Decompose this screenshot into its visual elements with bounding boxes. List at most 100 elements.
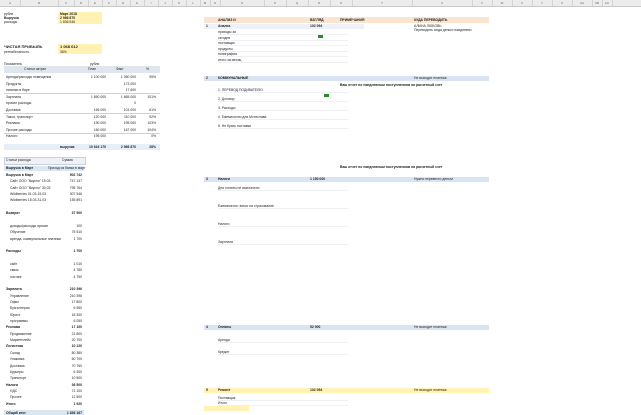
pivot-row-value[interactable]: 155 891: [52, 198, 82, 202]
section-value[interactable]: 102 094: [310, 24, 322, 28]
column-header-cell[interactable]: P: [264, 0, 287, 6]
column-header-cell[interactable]: B: [20, 0, 59, 6]
column-header-cell[interactable]: T: [352, 0, 413, 6]
total-value[interactable]: 2 966 870: [108, 145, 136, 149]
column-header-cell[interactable]: O: [220, 0, 265, 6]
table-cell-fact[interactable]: 17 600: [108, 88, 136, 92]
pivot-row-value[interactable]: 307 546: [52, 192, 82, 196]
section-value[interactable]: 102 094: [310, 388, 322, 392]
section-note: Нужно перевести деньги: [414, 177, 454, 181]
pivot-row-value[interactable]: 1 700: [52, 237, 83, 241]
table-header: Факт: [116, 67, 124, 71]
profit-value[interactable]: 1 068 612: [60, 45, 78, 49]
column-header-cell[interactable]: C: [58, 0, 75, 6]
column-header-cell[interactable]: E: [88, 0, 103, 6]
table-cell-fact[interactable]: 101 000: [108, 108, 136, 112]
pivot-row-value[interactable]: 72 100: [52, 389, 82, 393]
column-header-cell[interactable]: U: [412, 0, 473, 6]
column-header-cell[interactable]: R: [308, 0, 331, 6]
table-cell-fact[interactable]: 1 665 000: [108, 95, 136, 99]
column-header-cell[interactable]: K: [172, 0, 187, 6]
column-header-cell[interactable]: D: [74, 0, 89, 6]
column-header-cell[interactable]: Y: [532, 0, 553, 6]
column-header-cell[interactable]: W: [492, 0, 513, 6]
margin-value[interactable]: 36%: [60, 50, 67, 54]
pivot-row-value[interactable]: 80 380: [52, 351, 82, 355]
column-header-cell[interactable]: V: [472, 0, 493, 6]
pivot-row-value[interactable]: 210 396: [52, 287, 82, 291]
pivot-row-value[interactable]: 4 780: [52, 268, 83, 272]
pivot-row-value[interactable]: 6 050: [52, 319, 83, 323]
pivot-row-value[interactable]: 21 800: [52, 332, 82, 336]
pivot-row-value[interactable]: 17 100: [52, 325, 82, 329]
total-pct[interactable]: 28%: [140, 145, 156, 149]
column-header-cell[interactable]: AA: [572, 0, 593, 6]
section-value[interactable]: 1 150 000: [310, 177, 325, 181]
pivot-row-value[interactable]: 902 742: [52, 173, 82, 177]
table-cell-pct[interactable]: 104%: [140, 128, 156, 132]
column-header-cell[interactable]: F: [102, 0, 117, 6]
pivot-row-value[interactable]: 10 120: [52, 344, 82, 348]
column-header-cell[interactable]: H: [130, 0, 145, 6]
section-note: Не выходит платежа: [414, 388, 447, 392]
pivot-row-value[interactable]: 100: [52, 224, 82, 228]
table-cell-pct[interactable]: 103%: [140, 121, 156, 125]
pivot-row-value[interactable]: 60 700: [52, 357, 82, 361]
table-cell-pct[interactable]: 95%: [140, 75, 156, 79]
pivot-row-value[interactable]: 1 010: [52, 262, 83, 266]
pivot-row-value[interactable]: 75 510: [52, 230, 82, 234]
table-cell-pct[interactable]: 101%: [140, 95, 156, 99]
column-header-cell[interactable]: I: [144, 0, 159, 6]
row-value[interactable]: 1 836 546: [60, 20, 75, 24]
pivot-row-value[interactable]: 210 396: [52, 294, 82, 298]
pivot-row-value[interactable]: 6 550: [52, 306, 83, 310]
table-cell-plan[interactable]: 190 000: [78, 121, 106, 125]
pivot-row-value[interactable]: 37 500: [52, 211, 82, 215]
pivot-row-value[interactable]: 1 920: [52, 402, 83, 406]
table-cell-plan[interactable]: 160 000: [78, 128, 106, 132]
pivot-row-value[interactable]: 795 764: [52, 186, 82, 190]
pivot-row-value[interactable]: 17 800: [52, 300, 82, 304]
column-header-cell[interactable]: J: [158, 0, 173, 6]
pivot-row-label: Юрист: [10, 312, 21, 317]
table-cell-fact[interactable]: 110 000: [108, 115, 136, 119]
table-cell-plan[interactable]: 165 000: [78, 108, 106, 112]
line-divider: [218, 110, 348, 111]
table-cell-pct[interactable]: 0%: [140, 134, 156, 138]
table-cell-fact[interactable]: 173 000: [108, 82, 136, 86]
table-cell-plan[interactable]: 120 000: [78, 115, 106, 119]
column-header-cell[interactable]: Z: [552, 0, 573, 6]
pivot-row-value[interactable]: 20 700: [52, 338, 82, 342]
column-header-cell[interactable]: G: [116, 0, 131, 6]
pivot-row-value[interactable]: 36 500: [52, 383, 82, 387]
bottom-highlight: [204, 406, 249, 411]
pivot-row-value[interactable]: 12 500: [52, 395, 82, 399]
table-cell-fact[interactable]: 195 000: [108, 121, 136, 125]
table-cell-pct[interactable]: 92%: [140, 115, 156, 119]
column-header-cell[interactable]: AC: [602, 0, 613, 6]
pivot-row-value[interactable]: 10 500: [52, 376, 82, 380]
column-header-cell[interactable]: Q: [286, 0, 309, 6]
total-value[interactable]: 10 616 170: [78, 145, 106, 149]
table-cell-fact[interactable]: 167 000: [108, 128, 136, 132]
section-value[interactable]: 52 000: [310, 325, 320, 329]
column-header-cell[interactable]: X: [512, 0, 533, 6]
column-header-cell[interactable]: L: [186, 0, 201, 6]
pivot-row-value[interactable]: 1 700: [52, 249, 83, 253]
column-header-cell[interactable]: S: [330, 0, 353, 6]
pivot-row-value[interactable]: 4 790: [52, 275, 83, 279]
pivot-row-value[interactable]: 18 300: [52, 313, 82, 317]
table-cell-plan[interactable]: 195 000: [78, 134, 106, 138]
column-header-cell[interactable]: A: [0, 0, 21, 6]
line-divider: [218, 45, 348, 46]
table-cell-fact[interactable]: 0: [108, 101, 136, 105]
table-cell-plan[interactable]: 1 100 000: [78, 75, 106, 79]
table-cell-plan[interactable]: 1 650 000: [78, 95, 106, 99]
pivot-row-value[interactable]: 747 137: [52, 179, 82, 183]
pivot-row-value[interactable]: 70 760: [52, 364, 82, 368]
pivot-row-value[interactable]: 6 300: [52, 370, 83, 374]
pivot-row-label: Сайт ООО "Вкусно" 30.03: [10, 185, 51, 190]
grand-total-value[interactable]: 1 836 167: [52, 411, 82, 415]
table-cell-fact[interactable]: 1 050 000: [108, 75, 136, 79]
table-cell-pct[interactable]: 61%: [140, 108, 156, 112]
